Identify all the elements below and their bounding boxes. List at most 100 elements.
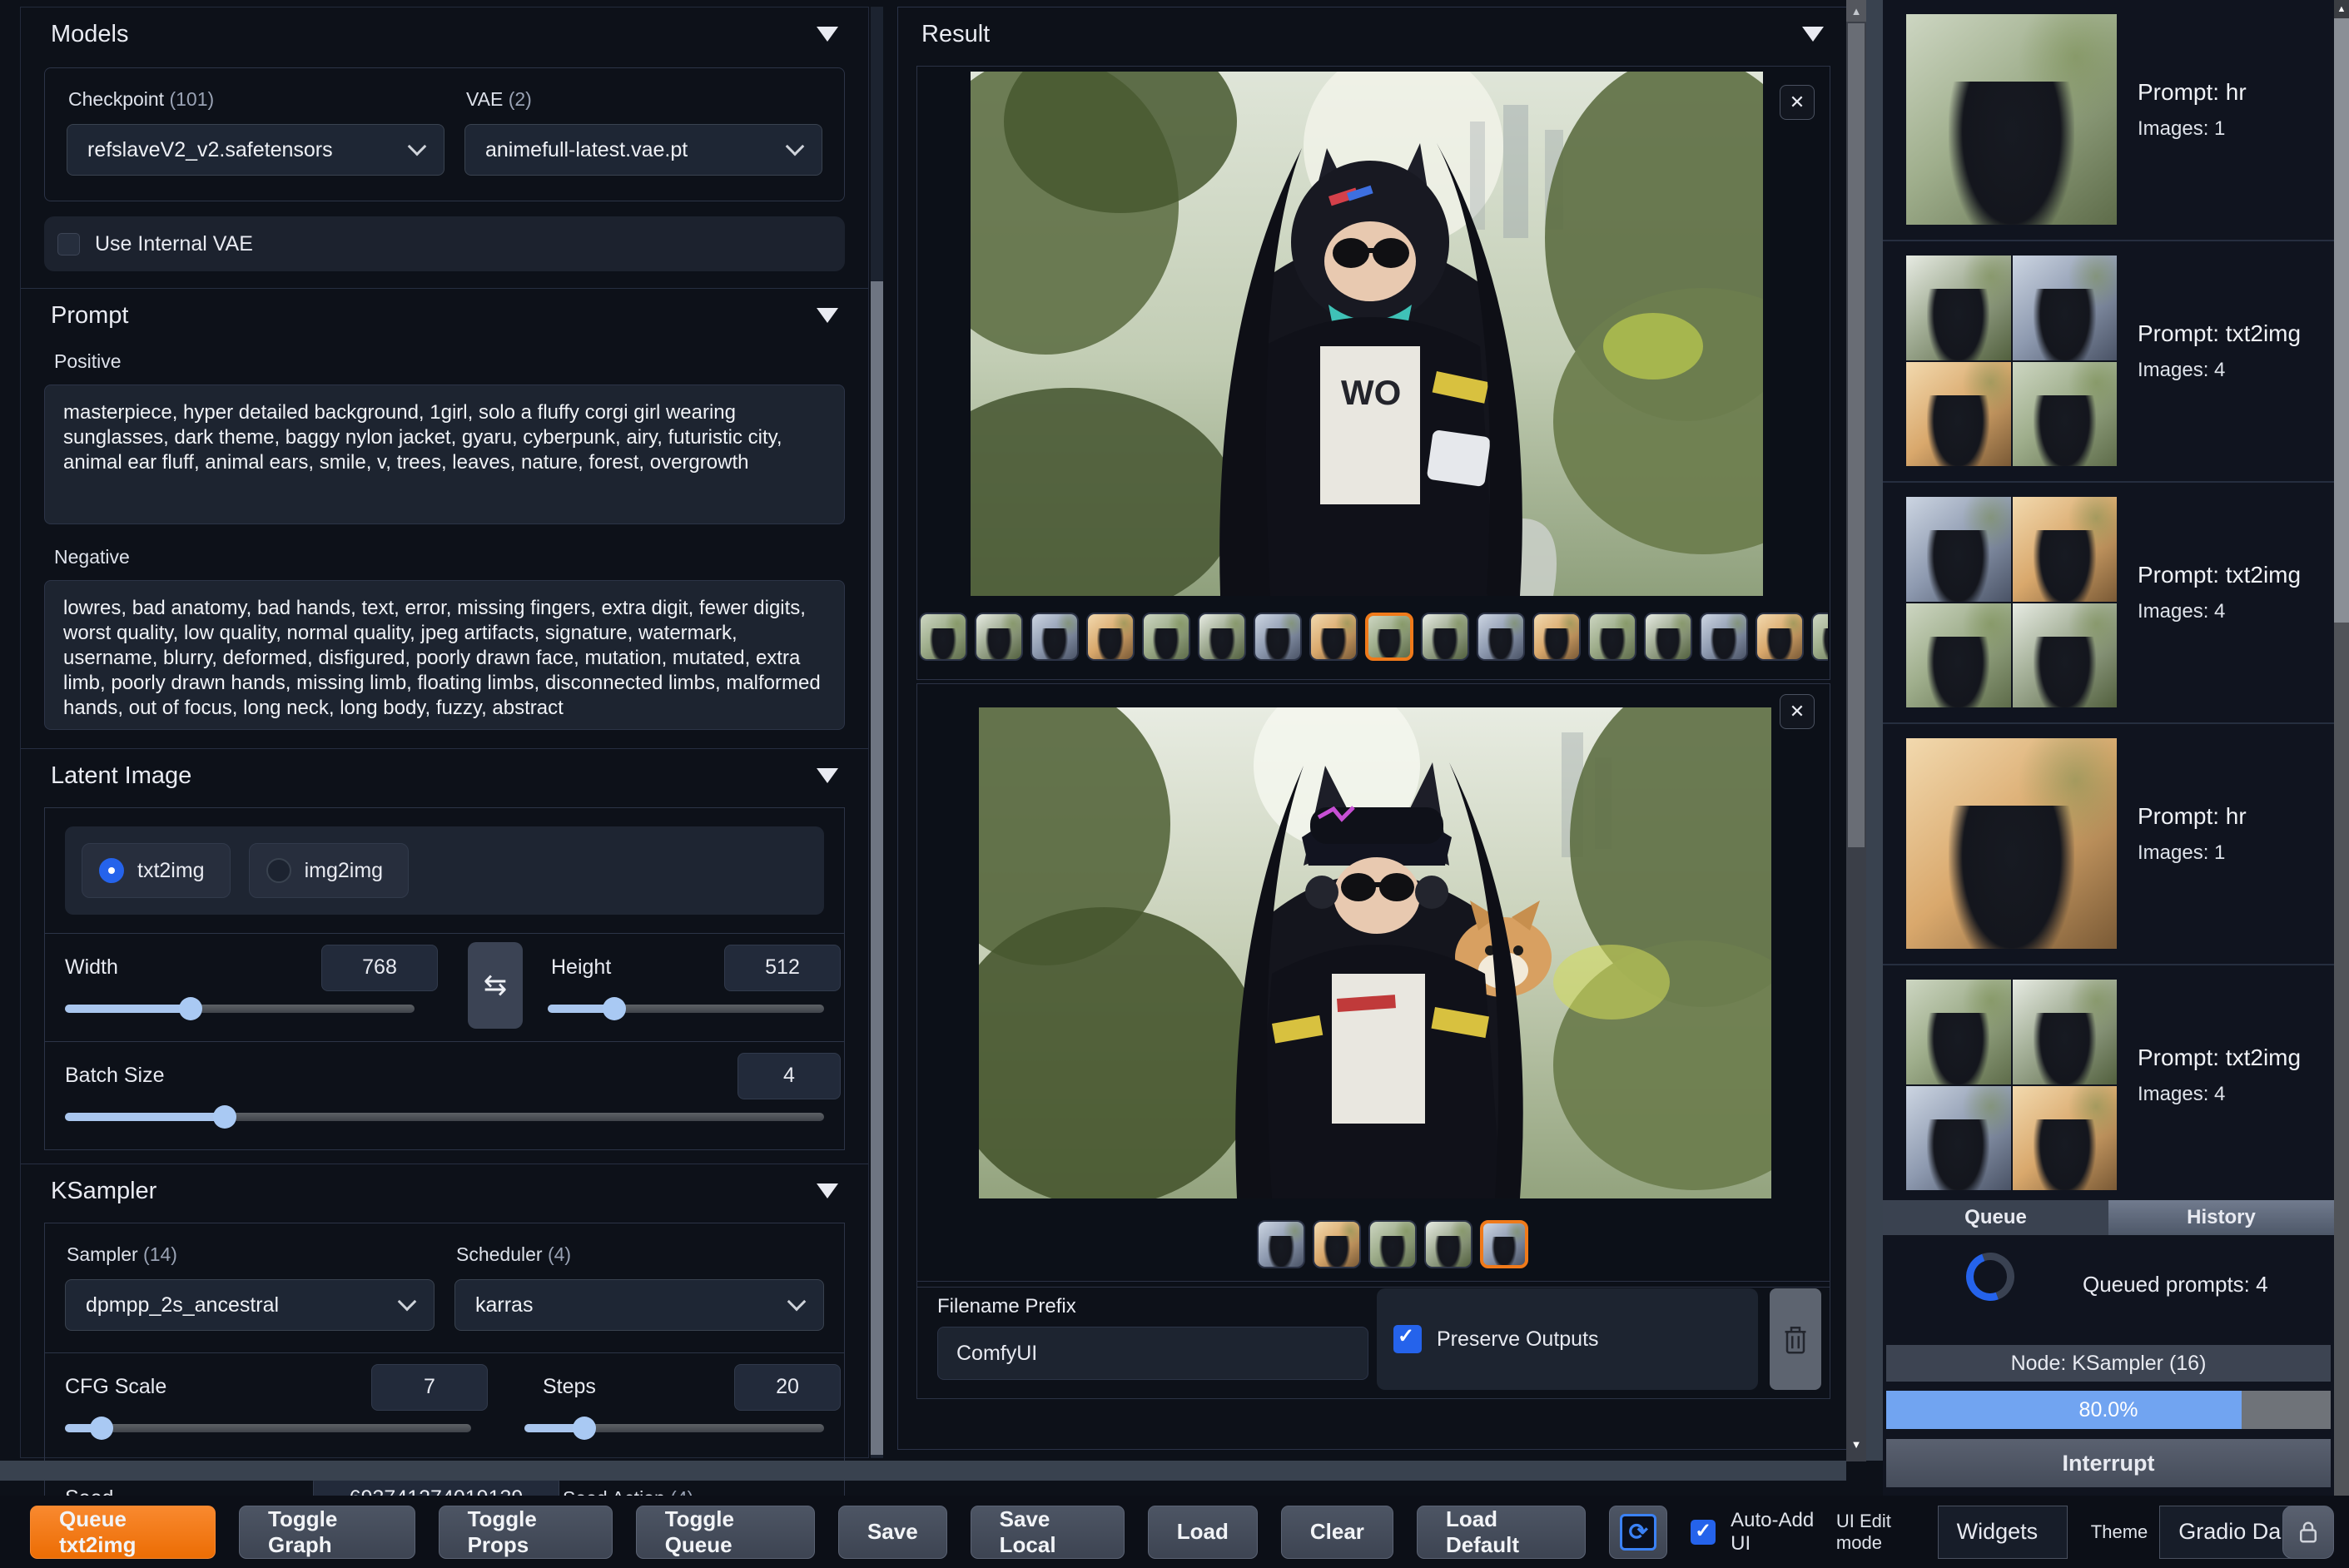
cfg-slider[interactable] (65, 1417, 471, 1440)
gallery-thumbnail[interactable] (1756, 613, 1804, 661)
height-slider[interactable] (548, 997, 824, 1020)
swap-dimensions-button[interactable] (468, 942, 523, 1029)
clear-button[interactable]: Clear (1280, 1505, 1393, 1559)
gallery-thumbnail[interactable] (1421, 613, 1469, 661)
left-panel-scrollbar[interactable] (871, 7, 883, 1458)
gallery-thumbnail[interactable] (1257, 1220, 1305, 1268)
gallery-thumbnail[interactable] (1588, 613, 1636, 661)
gallery-thumbnail[interactable] (1368, 1220, 1417, 1268)
gallery-thumbnail[interactable] (1030, 613, 1079, 661)
result-section-header[interactable]: Result (898, 7, 1847, 61)
batch-size-slider[interactable] (65, 1105, 824, 1129)
history-entry-thumbnail[interactable] (1906, 14, 2117, 225)
gallery-thumbnail[interactable] (1309, 613, 1358, 661)
interrupt-button[interactable]: Interrupt (1886, 1439, 2331, 1487)
gallery-thumbnail[interactable] (1313, 1220, 1361, 1268)
result-image-1[interactable]: WO (904, 30, 1853, 621)
widgets-select[interactable]: Widgets (1937, 1505, 2068, 1559)
collapse-icon[interactable] (817, 1183, 838, 1198)
gallery-thumbnail[interactable] (1811, 613, 1828, 661)
preserve-outputs-row[interactable]: Preserve Outputs (1377, 1288, 1758, 1390)
filename-prefix-input[interactable]: ComfyUI (937, 1327, 1368, 1380)
gallery-thumbnail[interactable] (1086, 613, 1135, 661)
radio-unselected-icon[interactable] (266, 858, 291, 883)
use-internal-vae-checkbox[interactable] (57, 232, 80, 256)
checkpoint-dropdown[interactable]: refslaveV2_v2.safetensors (67, 124, 444, 176)
load-default-button[interactable]: Load Default (1416, 1505, 1587, 1559)
positive-prompt-input[interactable]: masterpiece, hyper detailed background, … (44, 385, 845, 524)
gallery-thumbnail[interactable] (1532, 613, 1581, 661)
scroll-up-icon[interactable] (1846, 0, 1866, 22)
gallery1-thumbstrip[interactable] (919, 613, 1828, 661)
auto-add-ui-checkbox[interactable] (1691, 1519, 1716, 1545)
scrollbar-thumb[interactable] (1848, 23, 1865, 847)
history-entry[interactable]: Prompt: hr Images: 1 (1883, 724, 2334, 965)
latent-section-header[interactable]: Latent Image (21, 749, 868, 802)
refresh-button[interactable]: ⟳ (1609, 1505, 1668, 1559)
close-image-button[interactable] (1780, 694, 1815, 729)
history-entry-thumbnail[interactable] (1906, 738, 2117, 949)
history-entry[interactable]: Prompt: txt2img Images: 4 (1883, 965, 2334, 1207)
delete-outputs-button[interactable] (1770, 1288, 1821, 1390)
img2img-radio-option[interactable]: img2img (248, 843, 410, 898)
preserve-outputs-checkbox[interactable] (1393, 1324, 1422, 1353)
models-section-header[interactable]: Models (21, 7, 868, 61)
gallery-thumbnail[interactable] (1477, 613, 1525, 661)
batch-size-input[interactable]: 4 (737, 1052, 841, 1099)
history-entry[interactable]: Prompt: txt2img Images: 4 (1883, 483, 2334, 724)
scroll-down-icon[interactable] (1846, 1433, 1866, 1455)
scrollbar-thumb[interactable] (871, 281, 883, 1455)
gallery-thumbnail[interactable] (1365, 613, 1413, 661)
tab-queue[interactable]: Queue (1883, 1200, 2108, 1235)
width-slider[interactable] (65, 997, 415, 1020)
collapse-icon[interactable] (817, 768, 838, 783)
gallery-thumbnail[interactable] (1254, 613, 1302, 661)
radio-selected-icon[interactable] (99, 858, 124, 883)
toggle-graph-button[interactable]: Toggle Graph (239, 1505, 415, 1559)
history-entry[interactable]: Prompt: hr Images: 1 (1883, 0, 2334, 241)
scroll-up-icon[interactable] (2334, 0, 2349, 18)
gallery2-thumbstrip[interactable] (1257, 1220, 1590, 1268)
horizontal-scrollbar[interactable] (0, 1461, 1846, 1481)
gallery-thumbnail[interactable] (1480, 1220, 1528, 1268)
window-scrollbar[interactable] (2334, 0, 2349, 1568)
gallery-thumbnail[interactable] (1424, 1220, 1472, 1268)
steps-slider[interactable] (524, 1417, 824, 1440)
prompt-section-header[interactable]: Prompt (21, 289, 868, 342)
history-entry[interactable]: Prompt: txt2img Images: 4 (1883, 241, 2334, 483)
save-button[interactable]: Save (837, 1505, 947, 1559)
scheduler-dropdown[interactable]: karras (454, 1279, 824, 1331)
negative-prompt-input[interactable]: lowres, bad anatomy, bad hands, text, er… (44, 580, 845, 730)
close-image-button[interactable] (1780, 85, 1815, 120)
width-input[interactable]: 768 (321, 944, 438, 991)
vertical-splitter[interactable] (1866, 0, 1883, 1461)
tab-history[interactable]: History (2108, 1200, 2334, 1235)
lock-ui-button[interactable] (2282, 1505, 2334, 1559)
result-scrollbar[interactable] (1846, 0, 1866, 1461)
txt2img-radio-option[interactable]: txt2img (82, 843, 231, 898)
toggle-queue-button[interactable]: Toggle Queue (635, 1505, 815, 1559)
height-input[interactable]: 512 (724, 944, 841, 991)
vae-dropdown[interactable]: animefull-latest.vae.pt (464, 124, 822, 176)
cfg-input[interactable]: 7 (371, 1363, 488, 1411)
gallery-thumbnail[interactable] (1644, 613, 1692, 661)
load-button[interactable]: Load (1147, 1505, 1258, 1559)
sampler-dropdown[interactable]: dpmpp_2s_ancestral (65, 1279, 435, 1331)
ksampler-section-header[interactable]: KSampler (21, 1164, 868, 1218)
gallery-thumbnail[interactable] (1198, 613, 1246, 661)
result-image-2[interactable] (921, 674, 1836, 1207)
use-internal-vae-row[interactable]: Use Internal VAE (44, 216, 845, 271)
collapse-icon[interactable] (817, 27, 838, 42)
history-entry-thumbnail[interactable] (1906, 497, 2117, 707)
scrollbar-thumb[interactable] (2334, 18, 2349, 623)
collapse-icon[interactable] (1802, 27, 1824, 42)
toggle-props-button[interactable]: Toggle Props (438, 1505, 613, 1559)
save-local-button[interactable]: Save Local (970, 1505, 1125, 1559)
gallery-thumbnail[interactable] (919, 613, 967, 661)
steps-input[interactable]: 20 (734, 1363, 841, 1411)
collapse-icon[interactable] (817, 308, 838, 323)
history-entry-thumbnail[interactable] (1906, 256, 2117, 466)
gallery-thumbnail[interactable] (1142, 613, 1190, 661)
gallery-thumbnail[interactable] (975, 613, 1023, 661)
queue-txt2img-button[interactable]: Queue txt2img (30, 1505, 216, 1559)
